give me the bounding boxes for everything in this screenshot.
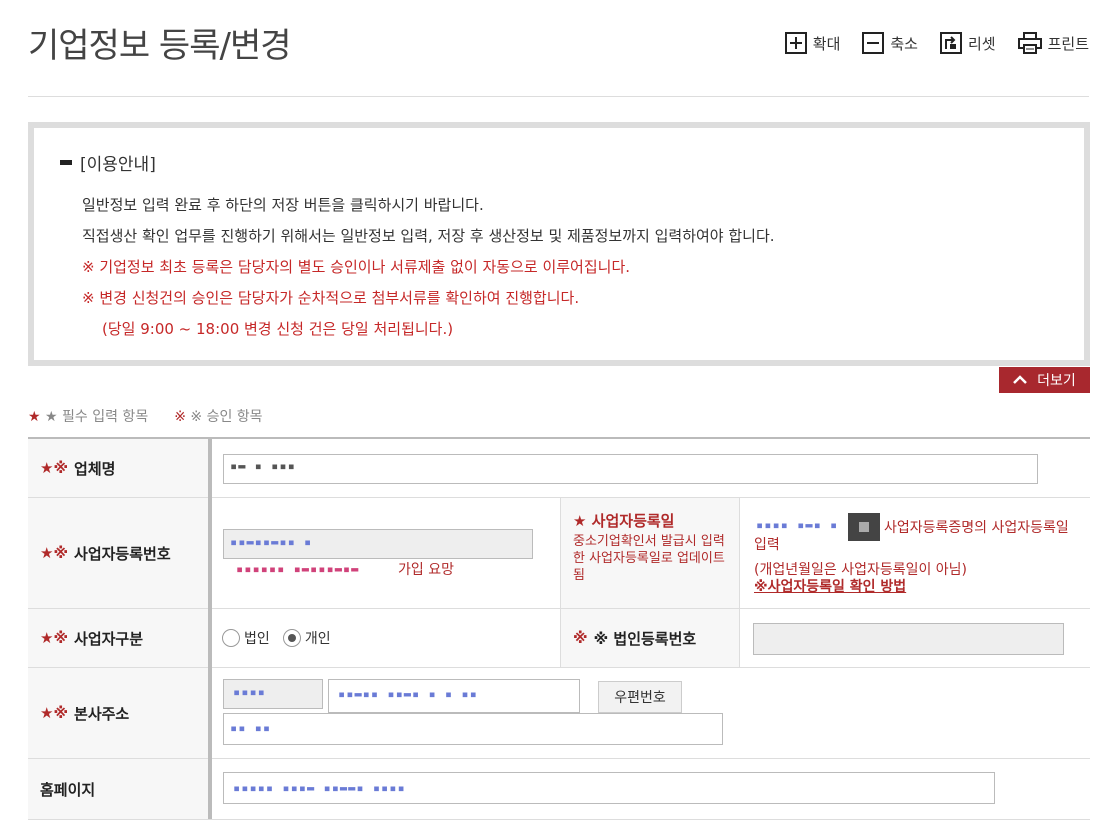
biz-date-guide-link[interactable]: ※사업자등록일 확인 방법: [754, 579, 906, 596]
biz-date-note2: (개업년월일은 사업자등록일이 아님): [754, 562, 968, 578]
required-mark: ★※: [40, 704, 69, 722]
biz-no-label: ★※ 사업자등록번호: [28, 498, 208, 608]
required-mark: ★※: [40, 629, 69, 647]
redacted-biz-note: ▪▪▪▪▪▪ ▪▬▪▪▪▬▪▬: [236, 562, 360, 576]
notice-title-text: [이용안내]: [80, 155, 156, 175]
more-button[interactable]: 더보기: [999, 367, 1090, 393]
legend-approval: ※ ※ 승인 항목: [174, 409, 263, 425]
homepage-label: 홈페이지: [28, 759, 208, 819]
redacted-biz-no: ▪▪▬▪▪▬▪▪ ▪: [230, 535, 313, 549]
minus-icon: [60, 160, 72, 165]
biz-date-label-cell: ★ 사업자등록일 중소기업확인서 발급시 입력한 사업자등록일로 업데이트 됨: [560, 498, 740, 608]
toolbar: 확대 축소 리셋 프린트: [784, 32, 1089, 54]
redacted-address-main: ▪▪▬▪▪ ▪▪▬▪ ▪ ▪ ▪▪: [338, 687, 478, 701]
biz-no-note-tail: 가입 요망: [398, 562, 454, 578]
radio-circle: [222, 629, 240, 647]
company-name-label-text: 업체명: [74, 459, 116, 478]
approval-mark: ※: [573, 629, 588, 647]
more-label: 더보기: [1037, 373, 1076, 389]
print-label: 프린트: [1047, 34, 1089, 53]
biz-type-radio-group: 법인 개인: [222, 628, 339, 651]
biz-type-label-text: 사업자구분: [74, 629, 144, 648]
notice-line: ※ 기업정보 최초 등록은 담당자의 별도 승인이나 서류제출 없이 자동으로 …: [82, 258, 631, 276]
radio-corporation-label: 법인: [244, 631, 270, 647]
reset-button[interactable]: 리셋: [939, 32, 996, 54]
zoom-out-icon: [862, 32, 885, 54]
notice-line: ※ 변경 신청건의 승인은 담당자가 순차적으로 첨부서류를 확인하여 진행합니…: [82, 289, 580, 307]
zoom-in-button[interactable]: 확대: [784, 32, 841, 54]
address-label-text: 본사주소: [74, 704, 130, 723]
legend-required: ★ ★ 필수 입력 항목: [28, 409, 149, 425]
radio-corporation[interactable]: 법인: [222, 628, 270, 648]
row-address: ★※ 본사주소 ▪▪▪▪ ▪▪▬▪▪ ▪▪▬▪ ▪ ▪ ▪▪ 우편번호 ▪▪ ▪…: [28, 668, 1090, 759]
radio-individual[interactable]: 개인: [282, 628, 331, 648]
notice-line: 일반정보 입력 완료 후 하단의 저장 버튼을 클릭하시기 바랍니다.: [82, 196, 484, 214]
print-button[interactable]: 프린트: [1017, 32, 1089, 54]
row-biz-no: ★※ 사업자등록번호 ▪▪▬▪▪▬▪▪ ▪ ▪▪▪▪▪▪ ▪▬▪▪▪▬▪▬ 가입…: [28, 498, 1090, 609]
redacted-address-detail: ▪▪ ▪▪: [230, 721, 272, 735]
homepage-label-text: 홈페이지: [40, 780, 96, 799]
redacted-company-name: ▪▬ ▪ ▪▪▪: [230, 459, 296, 473]
zoom-in-label: 확대: [812, 34, 841, 53]
corp-no-label: ※ ※ 법인등록번호: [560, 609, 740, 667]
row-company-name: ★※ 업체명 ▪▬ ▪ ▪▪▪: [28, 439, 1090, 498]
company-name-label: ★※ 업체명: [28, 439, 208, 497]
address-detail-input[interactable]: [223, 713, 723, 745]
corp-no-input[interactable]: [753, 623, 1064, 655]
notice-title: [이용안내]: [60, 150, 156, 175]
zoom-in-icon: [784, 32, 807, 54]
print-icon: [1017, 32, 1042, 54]
notice-line: 직접생산 확인 업무를 진행하기 위해서는 일반정보 입력, 저장 후 생산정보…: [82, 227, 775, 245]
biz-type-label: ★※ 사업자구분: [28, 609, 208, 667]
reset-label: 리셋: [967, 34, 996, 53]
company-name-input[interactable]: [223, 454, 1038, 484]
address-label: ★※ 본사주소: [28, 668, 208, 758]
zoom-out-button[interactable]: 축소: [862, 32, 918, 54]
legend: ★ ★ 필수 입력 항목 ※ ※ 승인 항목: [28, 406, 263, 426]
required-mark: ★※: [40, 544, 69, 562]
biz-date-label-text: ★ 사업자등록일: [573, 512, 675, 530]
zoom-out-label: 축소: [890, 34, 918, 53]
page-title: 기업정보 등록/변경: [28, 26, 292, 66]
radio-circle-selected: [282, 629, 301, 647]
biz-no-label-text: 사업자등록번호: [74, 544, 171, 563]
redacted-homepage: ▪▪▪▪▪ ▪▪▪▬ ▪▪▬▬▪ ▪▪▪▪: [233, 781, 406, 795]
company-form: ★※ 업체명 ▪▬ ▪ ▪▪▪ ★※ 사업자등록번호 ▪▪▬▪▪▬▪▪ ▪ ▪▪…: [28, 437, 1090, 820]
required-mark: ★※: [40, 459, 69, 477]
biz-date-label: ★ 사업자등록일: [573, 510, 727, 531]
redacted-zip: ▪▪▪▪: [233, 685, 266, 699]
notice-lines: 일반정보 입력 완료 후 하단의 저장 버튼을 클릭하시기 바랍니다. 직접생산…: [82, 190, 775, 345]
table-divider: [208, 439, 212, 819]
zip-search-button[interactable]: 우편번호: [598, 681, 682, 713]
radio-individual-label: 개인: [304, 631, 331, 647]
legend-approval-text: ※ 승인 항목: [190, 409, 263, 425]
notice-line: (당일 9:00 ~ 18:00 변경 신청 건은 당일 처리됩니다.): [102, 320, 454, 338]
notice-box: [이용안내] 일반정보 입력 완료 후 하단의 저장 버튼을 클릭하시기 바랍니…: [28, 122, 1090, 366]
corp-no-label-text: ※ 법인등록번호: [593, 629, 697, 648]
row-homepage: 홈페이지 ▪▪▪▪▪ ▪▪▪▬ ▪▪▬▬▪ ▪▪▪▪: [28, 759, 1090, 820]
legend-required-text: ★ 필수 입력 항목: [45, 409, 149, 425]
biz-date-note1: 사업자등록증명의 사업자등록일 입력: [754, 520, 1069, 553]
biz-date-desc: 중소기업확인서 발급시 입력한 사업자등록일로 업데이트 됨: [573, 534, 725, 583]
row-biz-type: ★※ 사업자구분 법인 개인 ※ ※ 법인등록번호: [28, 609, 1090, 668]
header-divider: [28, 96, 1089, 97]
reset-icon: [939, 32, 962, 54]
chevron-up-icon: [1013, 375, 1028, 384]
